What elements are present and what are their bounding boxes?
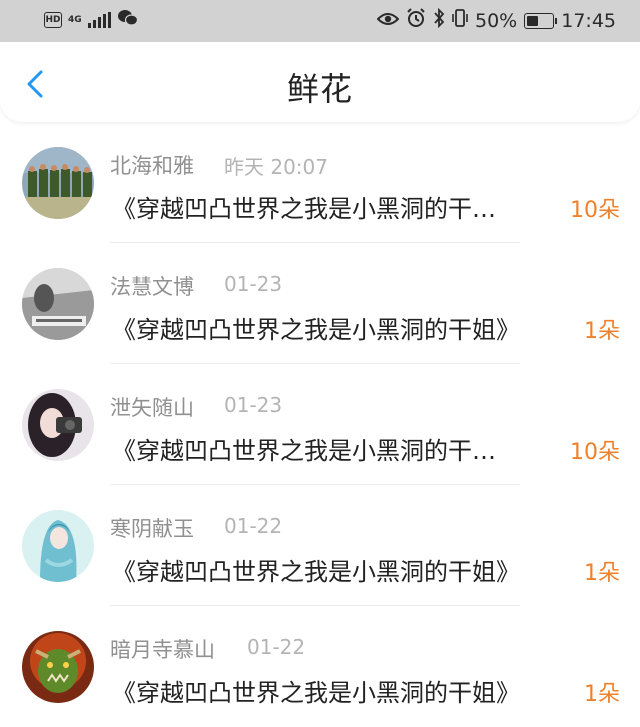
- timestamp: 01-23: [224, 393, 283, 417]
- status-time: 17:45: [561, 9, 616, 32]
- avatar[interactable]: [22, 510, 94, 582]
- user-name[interactable]: 泄矢随山: [110, 392, 194, 422]
- book-title[interactable]: 《穿越凹凸世界之我是小黑洞的干姐》: [112, 552, 520, 587]
- book-title[interactable]: 《穿越凹凸世界之我是小黑洞的干姐》: [112, 310, 520, 345]
- timestamp: 01-22: [247, 635, 306, 659]
- timestamp: 昨天 20:07: [224, 155, 328, 179]
- alarm-icon: [406, 8, 426, 33]
- avatar[interactable]: [22, 631, 94, 703]
- avatar[interactable]: [22, 147, 94, 219]
- eye-icon: [376, 10, 400, 32]
- page-title: 鲜花: [286, 70, 353, 108]
- flower-count: 1朵: [584, 561, 620, 586]
- status-bar: HD 4G 50% 17:45: [0, 0, 640, 42]
- battery-icon: [524, 12, 558, 29]
- list-item[interactable]: 暗月寺慕山 01-22 《穿越凹凸世界之我是小黑洞的干姐》 1朵: [0, 606, 640, 727]
- battery-percent: 50%: [475, 9, 518, 32]
- flower-count: 10朵: [570, 198, 620, 223]
- timestamp: 01-23: [224, 272, 283, 296]
- status-right: 50% 17:45: [376, 7, 616, 33]
- status-left: HD 4G: [44, 9, 139, 31]
- user-name[interactable]: 北海和雅: [110, 150, 194, 180]
- signal-icon: [87, 12, 111, 28]
- book-title[interactable]: 《穿越凹凸世界之我是小黑洞的干…: [112, 431, 496, 466]
- hd-badge: HD: [44, 12, 62, 28]
- user-name[interactable]: 暗月寺慕山: [110, 634, 215, 664]
- network-label: 4G: [68, 15, 82, 25]
- avatar[interactable]: [22, 389, 94, 461]
- bluetooth-icon: [433, 7, 445, 33]
- list-item[interactable]: 泄矢随山 01-23 《穿越凹凸世界之我是小黑洞的干… 10朵: [0, 364, 640, 485]
- book-title[interactable]: 《穿越凹凸世界之我是小黑洞的干…: [112, 189, 496, 224]
- flower-count: 1朵: [584, 319, 620, 344]
- timestamp: 01-22: [224, 514, 283, 538]
- list-item[interactable]: 寒阴献玉 01-22 《穿越凹凸世界之我是小黑洞的干姐》 1朵: [0, 485, 640, 606]
- top-navbar: 鲜花: [0, 42, 640, 122]
- list-item[interactable]: 北海和雅 昨天 20:07 《穿越凹凸世界之我是小黑洞的干… 10朵: [0, 122, 640, 243]
- wechat-icon: [117, 9, 139, 31]
- avatar[interactable]: [22, 268, 94, 340]
- user-name[interactable]: 寒阴献玉: [110, 513, 194, 543]
- user-name[interactable]: 法慧文博: [110, 271, 194, 301]
- gift-list: 北海和雅 昨天 20:07 《穿越凹凸世界之我是小黑洞的干… 10朵 法慧文博 …: [0, 122, 640, 727]
- flower-count: 10朵: [570, 440, 620, 465]
- list-item[interactable]: 法慧文博 01-23 《穿越凹凸世界之我是小黑洞的干姐》 1朵: [0, 243, 640, 364]
- book-title[interactable]: 《穿越凹凸世界之我是小黑洞的干姐》: [112, 673, 520, 708]
- vibrate-icon: [452, 8, 468, 33]
- flower-count: 1朵: [584, 682, 620, 707]
